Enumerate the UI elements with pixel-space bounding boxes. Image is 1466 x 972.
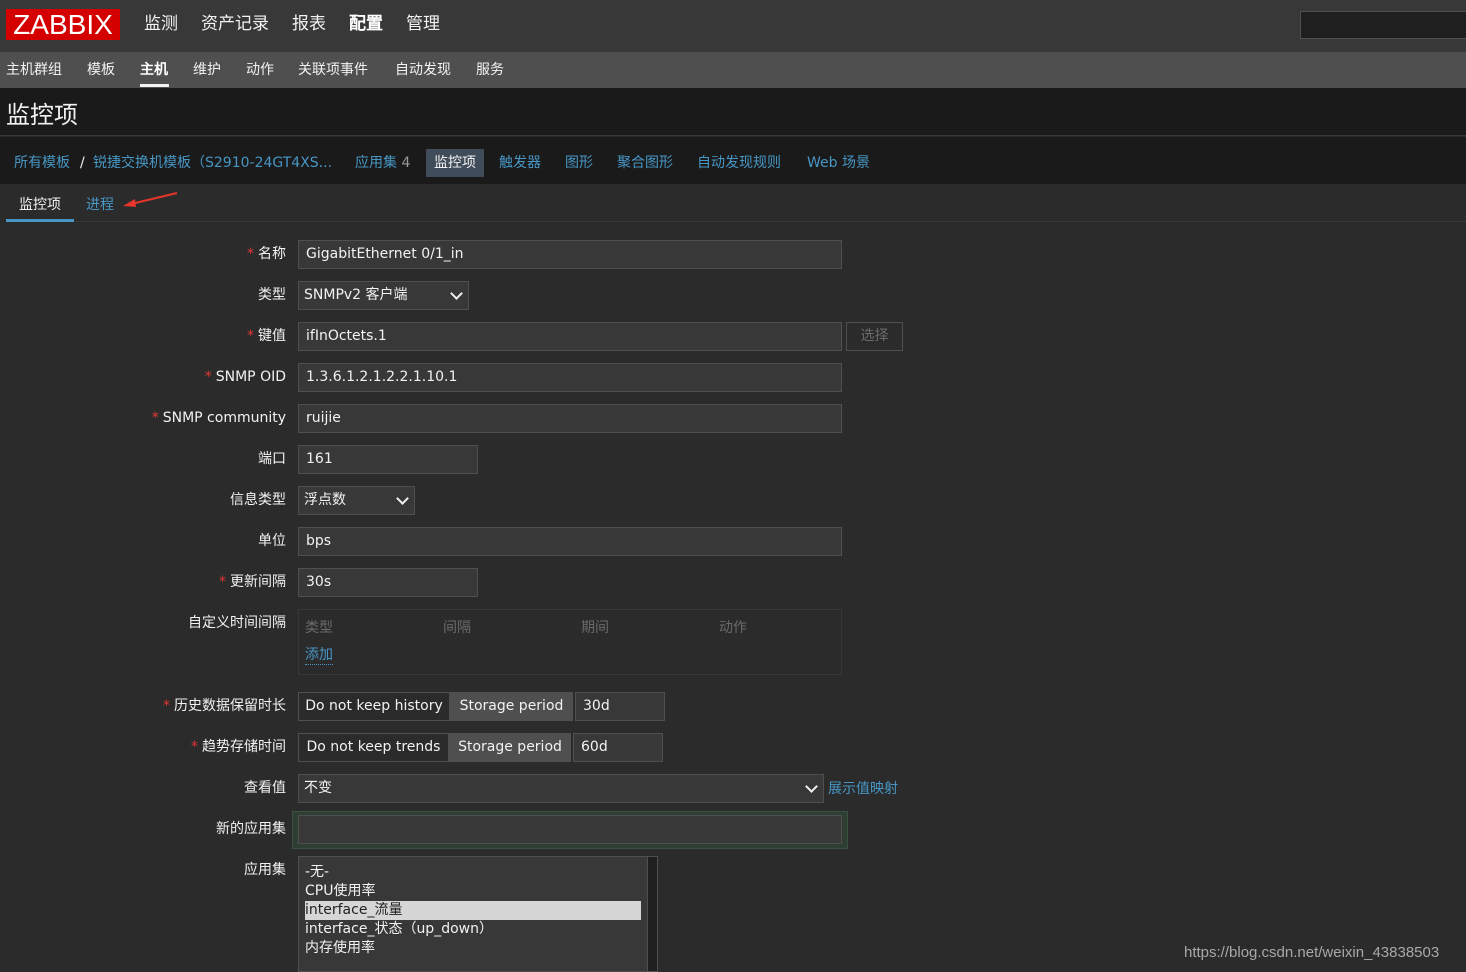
submenu-actions[interactable]: 动作 — [246, 61, 274, 79]
top-navigation-bar: ZABBIX 监测 资产记录 报表 配置 管理 — [0, 0, 1466, 52]
list-item[interactable]: -无- — [305, 863, 641, 882]
search-input[interactable] — [1300, 11, 1466, 39]
zabbix-logo[interactable]: ZABBIX — [6, 9, 120, 40]
key-field[interactable]: ifInOctets.1 — [298, 322, 842, 351]
tab-process[interactable]: 进程 — [86, 196, 114, 214]
trends-do-not-keep-button[interactable]: Do not keep trends — [298, 733, 449, 762]
value-map-label: 查看值 — [244, 780, 286, 796]
list-item[interactable]: 内存使用率 — [305, 939, 641, 958]
chevron-down-icon — [450, 287, 463, 300]
breadcrumb-items[interactable]: 监控项 — [426, 149, 484, 177]
info-type-value: 浮点数 — [304, 492, 346, 508]
chevron-down-icon — [396, 492, 409, 505]
applications-label: 应用集 — [244, 862, 286, 878]
submenu-templates[interactable]: 模板 — [87, 61, 115, 79]
key-label: * 键值 — [247, 328, 286, 344]
chevron-down-icon — [805, 780, 818, 793]
custom-intervals-table: 类型 间隔 期间 动作 添加 — [298, 609, 842, 675]
interval-header-type: 类型 — [305, 620, 333, 636]
list-item[interactable]: CPU使用率 — [305, 882, 641, 901]
form-tabs: 监控项 进程 — [6, 184, 1466, 222]
sub-menu: 主机群组 模板 主机 维护 动作 关联项事件 自动发现 服务 — [0, 52, 1466, 88]
menu-reports[interactable]: 报表 — [292, 12, 326, 36]
active-submenu-indicator — [140, 84, 169, 87]
name-label: * 名称 — [247, 246, 286, 262]
info-type-label: 信息类型 — [230, 492, 286, 508]
submenu-hosts[interactable]: 主机 — [140, 61, 168, 79]
history-storage-period-button[interactable]: Storage period — [450, 692, 573, 721]
list-item[interactable]: interface_状态（up_down） — [305, 920, 641, 939]
new-application-label: 新的应用集 — [216, 821, 286, 837]
add-interval-link[interactable]: 添加 — [305, 646, 333, 665]
submenu-host-groups[interactable]: 主机群组 — [6, 61, 62, 79]
name-field[interactable]: GigabitEthernet 0/1_in — [298, 240, 842, 269]
port-label: 端口 — [258, 451, 286, 467]
history-period-field[interactable]: 30d — [575, 692, 665, 721]
port-field[interactable]: 161 — [298, 445, 478, 474]
units-field[interactable]: bps — [298, 527, 842, 556]
update-interval-field[interactable]: 30s — [298, 568, 478, 597]
submenu-correlation[interactable]: 关联项事件 — [298, 61, 368, 79]
list-item-selected[interactable]: interface_流量 — [305, 901, 641, 920]
submenu-maintenance[interactable]: 维护 — [193, 61, 221, 79]
snmp-community-field[interactable]: ruijie — [298, 404, 842, 433]
snmp-oid-label: * SNMP OID — [204, 369, 286, 385]
applications-count: 4 — [401, 155, 411, 171]
breadcrumb-screens[interactable]: 聚合图形 — [617, 154, 673, 172]
trends-period-field[interactable]: 60d — [573, 733, 663, 762]
breadcrumb: 所有模板 / 锐捷交换机模板（S2910-24GT4XS... 应用集 4 监控… — [0, 137, 1466, 184]
trends-label: * 趋势存储时间 — [191, 739, 286, 755]
interval-header-interval: 间隔 — [443, 620, 471, 636]
new-application-field[interactable] — [298, 815, 842, 844]
trends-storage-period-button[interactable]: Storage period — [449, 733, 571, 762]
units-label: 单位 — [258, 533, 286, 549]
snmp-oid-field[interactable]: 1.3.6.1.2.1.2.2.1.10.1 — [298, 363, 842, 392]
item-form-panel: 监控项 进程 * 名称 GigabitEthernet 0/1_in 类型 SNM… — [6, 184, 1466, 972]
type-label: 类型 — [258, 287, 286, 303]
custom-intervals-label: 自定义时间间隔 — [188, 615, 286, 631]
watermark-text: https://blog.csdn.net/weixin_43838503 — [1184, 944, 1440, 961]
interval-header-action: 动作 — [719, 620, 747, 636]
value-map-value: 不变 — [304, 780, 332, 796]
breadcrumb-web-scenarios[interactable]: Web 场景 — [807, 154, 870, 172]
applications-label: 应用集 — [355, 155, 397, 171]
history-label: * 历史数据保留时长 — [163, 698, 286, 714]
submenu-discovery[interactable]: 自动发现 — [395, 61, 451, 79]
menu-monitoring[interactable]: 监测 — [144, 12, 178, 36]
breadcrumb-graphs[interactable]: 图形 — [565, 154, 593, 172]
breadcrumb-triggers[interactable]: 触发器 — [499, 154, 541, 172]
breadcrumb-discovery-rules[interactable]: 自动发现规则 — [697, 154, 781, 172]
listbox-scrollbar[interactable] — [647, 857, 657, 971]
select-key-button[interactable]: 选择 — [846, 322, 903, 351]
red-arrow-annotation — [123, 192, 178, 207]
interval-header-period: 期间 — [581, 620, 609, 636]
applications-listbox[interactable]: -无- CPU使用率 interface_流量 interface_状态（up_… — [298, 856, 658, 972]
breadcrumb-separator: / — [80, 155, 85, 171]
breadcrumb-applications[interactable]: 应用集 4 — [355, 154, 410, 172]
tab-item[interactable]: 监控项 — [6, 196, 74, 222]
history-do-not-keep-button[interactable]: Do not keep history — [298, 692, 450, 721]
update-interval-label: * 更新间隔 — [219, 574, 286, 590]
breadcrumb-all-templates[interactable]: 所有模板 — [14, 154, 70, 172]
snmp-community-label: * SNMP community — [151, 410, 286, 426]
menu-inventory[interactable]: 资产记录 — [201, 12, 269, 36]
submenu-services[interactable]: 服务 — [476, 61, 504, 79]
show-value-mappings-link[interactable]: 展示值映射 — [828, 780, 898, 798]
info-type-select[interactable]: 浮点数 — [298, 486, 415, 515]
menu-configuration[interactable]: 配置 — [349, 12, 383, 36]
value-map-select[interactable]: 不变 — [298, 774, 824, 803]
page-header: 监控项 — [0, 88, 1466, 136]
menu-administration[interactable]: 管理 — [406, 12, 440, 36]
page-title: 监控项 — [6, 101, 78, 129]
type-select[interactable]: SNMPv2 客户端 — [298, 281, 469, 310]
type-select-value: SNMPv2 客户端 — [304, 287, 408, 303]
breadcrumb-template[interactable]: 锐捷交换机模板（S2910-24GT4XS... — [93, 154, 332, 172]
main-menu: 监测 资产记录 报表 配置 管理 — [144, 12, 463, 36]
